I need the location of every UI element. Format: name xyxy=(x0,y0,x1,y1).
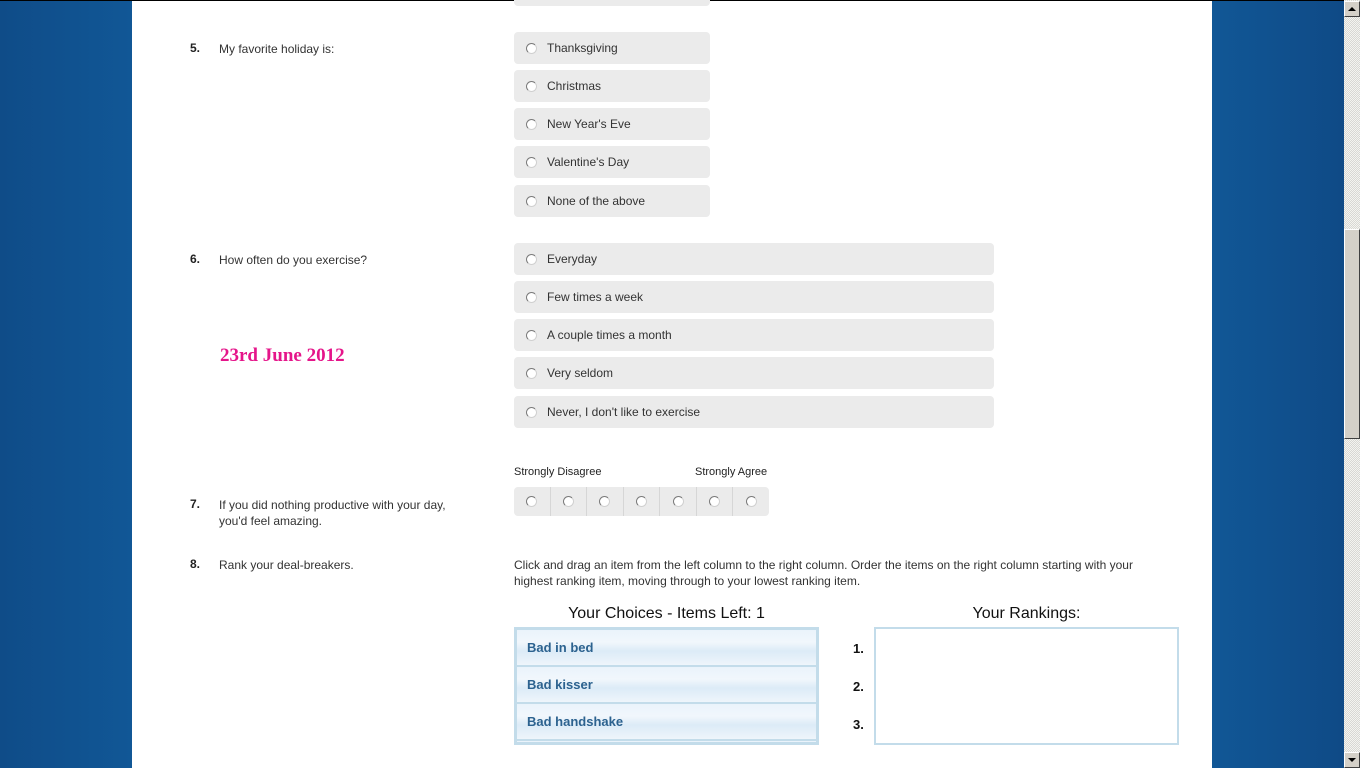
scale-left-label: Strongly Disagree xyxy=(514,466,602,478)
arrow-up-icon xyxy=(1348,7,1356,11)
q6-option-couple-times-month[interactable]: A couple times a month xyxy=(514,319,994,351)
radio-button[interactable] xyxy=(526,195,537,207)
radio-button[interactable] xyxy=(526,253,537,265)
q5-option-thanksgiving[interactable]: Thanksgiving xyxy=(514,32,710,64)
scroll-up-button[interactable] xyxy=(1344,1,1360,17)
radio-button[interactable] xyxy=(526,118,537,130)
q5-option-valentines-day[interactable]: Valentine's Day xyxy=(514,146,710,178)
rankings-drop-zone[interactable] xyxy=(874,627,1179,745)
radio-button[interactable] xyxy=(745,496,757,507)
vertical-scrollbar[interactable] xyxy=(1344,0,1360,768)
option-label: Everyday xyxy=(547,252,598,266)
option-label: Christmas xyxy=(547,79,602,93)
q5-option-christmas[interactable]: Christmas xyxy=(514,70,710,102)
q5-option-new-years-eve[interactable]: New Year's Eve xyxy=(514,108,710,140)
rank-number-2: 2. xyxy=(853,679,864,694)
scale-point-3[interactable] xyxy=(587,487,624,516)
question-8-number: 8. xyxy=(190,557,201,571)
radio-button[interactable] xyxy=(526,42,537,54)
radio-button[interactable] xyxy=(599,496,611,507)
radio-button[interactable] xyxy=(526,156,537,168)
scale-point-6[interactable] xyxy=(697,487,734,516)
ranking-instructions: Click and drag an item from the left col… xyxy=(514,558,1133,588)
question-5-number: 5. xyxy=(190,41,201,55)
radio-button[interactable] xyxy=(526,291,537,303)
page-background-left xyxy=(0,1,132,768)
option-label: None of the above xyxy=(547,194,646,208)
option-label: Very seldom xyxy=(547,366,614,380)
date-stamp: 23rd June 2012 xyxy=(220,345,345,366)
radio-button[interactable] xyxy=(672,496,684,507)
scale-point-5[interactable] xyxy=(660,487,697,516)
radio-button[interactable] xyxy=(636,496,648,507)
radio-button[interactable] xyxy=(526,80,537,92)
scale-point-2[interactable] xyxy=(551,487,588,516)
scrollbar-thumb[interactable] xyxy=(1344,229,1360,439)
question-7-text: If you did nothing productive with your … xyxy=(219,498,446,528)
question-8-text: Rank your deal-breakers. xyxy=(219,558,354,572)
scale-point-4[interactable] xyxy=(624,487,661,516)
scale-point-7[interactable] xyxy=(733,487,769,516)
q6-option-never[interactable]: Never, I don't like to exercise xyxy=(514,396,994,428)
choice-item-bad-in-bed[interactable]: Bad in bed xyxy=(517,630,816,667)
option-label: Thanksgiving xyxy=(547,41,618,55)
option-label: Never, I don't like to exercise xyxy=(547,405,701,419)
question-5-text: My favorite holiday is: xyxy=(219,42,335,56)
rank-number-1: 1. xyxy=(853,641,864,656)
q5-option-none[interactable]: None of the above xyxy=(514,185,710,217)
choices-list: Bad in bed Bad kisser Bad handshake xyxy=(514,627,819,745)
radio-button[interactable] xyxy=(526,496,538,507)
scale-right-label: Strongly Agree xyxy=(695,466,768,478)
option-label: Valentine's Day xyxy=(547,155,630,169)
rankings-title: Your Rankings: xyxy=(972,605,1081,622)
agreement-scale xyxy=(514,487,769,516)
rank-number-3: 3. xyxy=(853,717,864,732)
option-label: Few times a week xyxy=(547,290,644,304)
arrow-down-icon xyxy=(1348,758,1356,762)
radio-button[interactable] xyxy=(709,496,721,507)
choice-item-bad-kisser[interactable]: Bad kisser xyxy=(517,667,816,704)
choices-title: Your Choices - Items Left: 1 xyxy=(568,605,765,622)
question-6-number: 6. xyxy=(190,252,201,266)
radio-button[interactable] xyxy=(526,329,537,341)
radio-button[interactable] xyxy=(526,367,537,379)
scroll-down-button[interactable] xyxy=(1344,752,1360,768)
previous-question-option-partial[interactable] xyxy=(514,0,710,6)
q6-option-very-seldom[interactable]: Very seldom xyxy=(514,357,994,389)
radio-button[interactable] xyxy=(562,496,574,507)
q6-option-everyday[interactable]: Everyday xyxy=(514,243,994,275)
question-6-text: How often do you exercise? xyxy=(219,253,368,267)
scale-point-1[interactable] xyxy=(514,487,551,516)
choice-item-bad-handshake[interactable]: Bad handshake xyxy=(517,704,816,741)
option-label: A couple times a month xyxy=(547,328,672,342)
option-label: New Year's Eve xyxy=(547,117,631,131)
page-background-right xyxy=(1212,1,1344,768)
question-7-number: 7. xyxy=(190,497,201,511)
q6-option-few-times-week[interactable]: Few times a week xyxy=(514,281,994,313)
radio-button[interactable] xyxy=(526,406,537,418)
